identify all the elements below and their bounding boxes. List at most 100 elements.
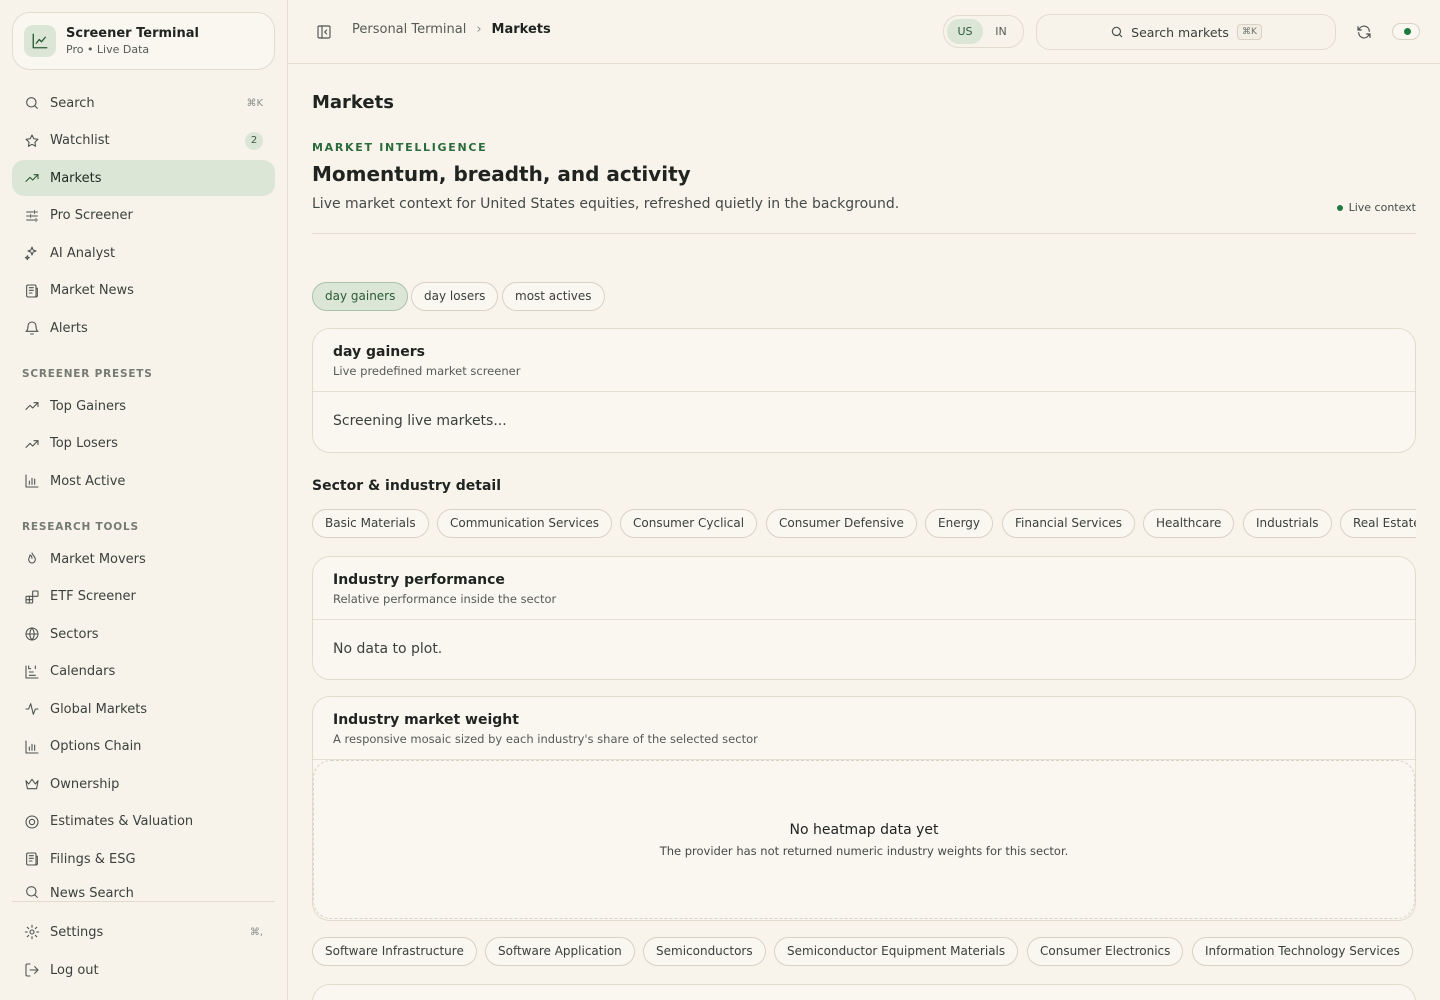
live-context-label: Live context (1348, 201, 1416, 214)
chip-consumer-electronics[interactable]: Consumer Electronics (1027, 937, 1184, 966)
trend-up-icon (23, 435, 41, 453)
card-header: Industry performance Relative performanc… (313, 557, 1415, 620)
heatmap-empty-subtitle: The provider has not returned numeric in… (659, 844, 1069, 858)
brand-card[interactable]: Screener Terminal Pro • Live Data (12, 12, 275, 70)
region-us-button[interactable]: US (947, 19, 983, 44)
live-context: Live context (1336, 201, 1416, 214)
breadcrumb-current: Markets (491, 22, 551, 37)
chip-industrials[interactable]: Industrials (1243, 509, 1332, 538)
shortcut-hint: ⌘K (246, 97, 263, 109)
chart-logo-icon (24, 25, 56, 57)
tab-most-actives[interactable]: most actives (502, 282, 605, 311)
chip-consumer-cyclical[interactable]: Consumer Cyclical (620, 509, 758, 538)
sidebar-item-top-losers[interactable]: Top Losers (12, 426, 275, 462)
screener-card: day gainers Live predefined market scree… (312, 328, 1416, 453)
tab-day-losers[interactable]: day losers (411, 282, 499, 311)
flame-icon (23, 550, 41, 568)
sidebar-item-filings-and-esg[interactable]: Filings & ESG (12, 841, 275, 877)
sidebar-item-alerts[interactable]: Alerts (12, 310, 275, 346)
chip-communication-services[interactable]: Communication Services (437, 509, 612, 538)
sidebar-item-top-gainers[interactable]: Top Gainers (12, 388, 275, 424)
sidebar-item-label: Options Chain (50, 739, 142, 754)
sidebar-item-ai-analyst[interactable]: AI Analyst (12, 235, 275, 271)
sidebar-item-label: Estimates & Valuation (50, 814, 194, 829)
bell-icon (23, 319, 41, 337)
sidebar-item-market-movers[interactable]: Market Movers (12, 541, 275, 577)
sidebar-item-label: AI Analyst (50, 245, 116, 261)
live-status-toggle[interactable] (1392, 23, 1420, 40)
sidebar-item-label: Top Gainers (50, 398, 127, 414)
newspaper-icon (23, 282, 41, 300)
topbar: Personal Terminal › Markets US IN Search… (288, 0, 1440, 64)
screener-card-title: day gainers (333, 344, 426, 360)
chip-semiconductor-equipment-materials[interactable]: Semiconductor Equipment Materials (774, 937, 1019, 966)
sidebar-item-calendars[interactable]: Calendars (12, 654, 275, 690)
sidebar-item-label: Watchlist (50, 133, 110, 148)
gear-icon (23, 923, 41, 941)
screener-status: Screening live markets... (333, 413, 507, 429)
sidebar-item-search[interactable]: Search ⌘K (12, 85, 275, 121)
search-markets-input[interactable]: Search markets ⌘K (1036, 14, 1336, 50)
industry-performance-subtitle: Relative performance inside the sector (333, 592, 557, 606)
region-in-button[interactable]: IN (983, 19, 1019, 44)
refresh-icon[interactable] (1354, 22, 1374, 42)
section-label-research-tools: RESEARCH TOOLS (22, 521, 139, 533)
sidebar-divider (12, 901, 275, 902)
blocks-icon (23, 588, 41, 606)
section-label-screener-presets: SCREENER PRESETS (22, 368, 153, 380)
sidebar-item-etf-screener[interactable]: ETF Screener (12, 579, 275, 615)
sidebar-item-sectors[interactable]: Sectors (12, 616, 275, 652)
card-header: day gainers Live predefined market scree… (313, 329, 1415, 392)
sidebar-item-most-active[interactable]: Most Active (12, 463, 275, 499)
breadcrumb-root[interactable]: Personal Terminal (352, 22, 466, 37)
sidebar-item-global-markets[interactable]: Global Markets (12, 691, 275, 727)
headline: Momentum, breadth, and activity (312, 162, 691, 186)
sidebar-item-options-chain[interactable]: Options Chain (12, 729, 275, 765)
trend-up-icon (23, 169, 41, 187)
chip-healthcare[interactable]: Healthcare (1143, 509, 1235, 538)
region-toggle: US IN (943, 15, 1024, 48)
star-icon (23, 132, 41, 150)
sidebar-item-label: Global Markets (50, 701, 148, 717)
industry-performance-empty: No data to plot. (333, 641, 443, 657)
sidebar-item-label: Most Active (50, 473, 126, 489)
activity-icon (23, 700, 41, 718)
search-icon (23, 883, 41, 901)
search-placeholder: Search markets (1131, 24, 1229, 40)
chip-real-estate[interactable]: Real Estate (1340, 509, 1416, 538)
heatmap-empty-title: No heatmap data yet (789, 822, 939, 838)
sidebar-item-watchlist[interactable]: Watchlist 2 (12, 123, 275, 159)
sidebar-item-market-news[interactable]: Market News (12, 273, 275, 309)
sidebar-toggle-icon[interactable] (314, 22, 334, 42)
industry-performance-title: Industry performance (333, 572, 505, 588)
sector-chip-row: Basic Materials Communication Services Con… (312, 509, 1416, 543)
chip-software-infrastructure[interactable]: Software Infrastructure (312, 937, 477, 966)
chip-energy[interactable]: Energy (925, 509, 994, 538)
sidebar-item-log-out[interactable]: Log out (12, 952, 275, 988)
live-dot (1404, 28, 1411, 35)
brand-subtitle: Pro • Live Data (66, 43, 150, 56)
sidebar-item-ownership[interactable]: Ownership (12, 766, 275, 802)
sidebar-item-label: Alerts (50, 320, 88, 336)
shortcut-hint: ⌘, (249, 926, 263, 938)
sidebar-item-label: Top Losers (50, 436, 118, 451)
tab-day-gainers[interactable]: day gainers (312, 282, 409, 311)
sidebar: Screener Terminal Pro • Live Data Search… (0, 0, 288, 1000)
chip-software-application[interactable]: Software Application (485, 937, 635, 966)
sidebar-item-markets[interactable]: Markets (12, 160, 275, 196)
sidebar-item-pro-screener[interactable]: Pro Screener (12, 198, 275, 234)
sidebar-item-estimates-and-valuation[interactable]: Estimates & Valuation (12, 804, 275, 840)
globe-icon (23, 625, 41, 643)
chip-basic-materials[interactable]: Basic Materials (312, 509, 429, 538)
chip-consumer-defensive[interactable]: Consumer Defensive (766, 509, 917, 538)
chip-information-technology-services[interactable]: Information Technology Services (1192, 937, 1413, 966)
chip-semiconductors[interactable]: Semiconductors (643, 937, 766, 966)
sidebar-item-news-search[interactable]: News Search (12, 879, 275, 901)
sidebar-item-settings[interactable]: Settings ⌘, (12, 914, 275, 950)
page-title: Markets (312, 92, 394, 113)
crown-icon (23, 775, 41, 793)
eyebrow: MARKET INTELLIGENCE (312, 141, 488, 154)
chip-financial-services[interactable]: Financial Services (1002, 509, 1135, 538)
sliders-icon (23, 207, 41, 225)
sidebar-item-label: Filings & ESG (50, 851, 136, 867)
